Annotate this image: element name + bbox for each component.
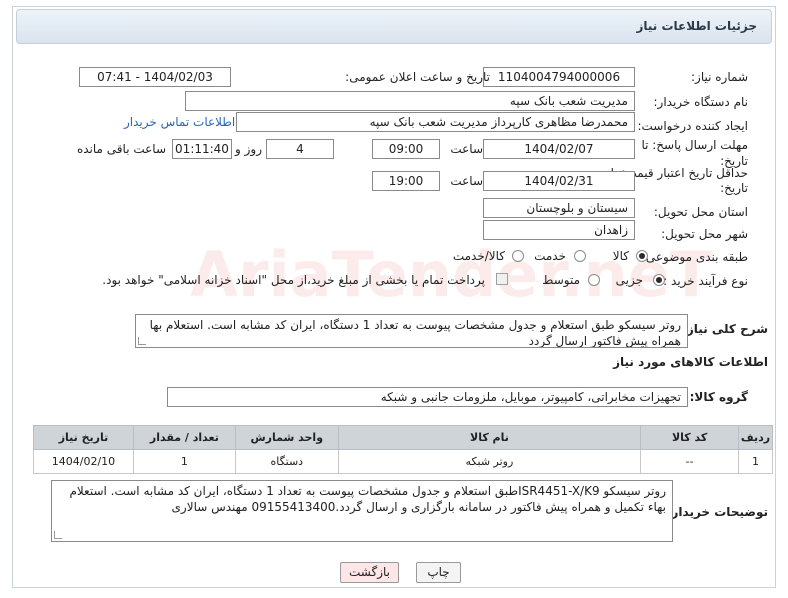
reply-hour-label: ساعت	[450, 142, 483, 156]
cell-row-no: 1	[738, 449, 773, 474]
cell-need-date: 1404/02/10	[33, 449, 134, 474]
remaining-label: ساعت باقی مانده	[76, 142, 166, 156]
buyer-org-field: مدیریت شعب بانک سپه	[185, 91, 635, 111]
buyer-notes-text: روتر سیسکو ISR4451-X/K9طبق استعلام و جدو…	[69, 484, 666, 514]
price-hour-label: ساعت	[450, 174, 483, 188]
reply-date-field: 1404/02/07	[483, 139, 635, 159]
city-field: زاهدان	[483, 220, 635, 240]
resize-grip-icon[interactable]	[138, 337, 146, 345]
process-label: نوع فرآیند خرید :	[663, 274, 748, 288]
buyer-notes-label: توضیحات خریدار:	[666, 505, 768, 519]
days-field: 4	[266, 139, 334, 159]
requester-field: محمدرضا مظاهری کارپرداز مدیریت شعب بانک …	[236, 112, 635, 132]
reply-deadline-label: مهلت ارسال پاسخ: تا تاریخ:	[641, 138, 748, 168]
goods-group-field: تجهیزات مخابراتی، کامپیوتر، موبایل، ملزو…	[167, 387, 688, 407]
need-number-label: شماره نیاز:	[691, 70, 748, 84]
reply-time-field: 09:00	[372, 139, 440, 159]
cell-quantity: 1	[132, 449, 236, 474]
goods-table: ردیف کد کالا نام کالا واحد شمارش تعداد /…	[33, 425, 773, 474]
treasury-payment-checkbox[interactable]	[496, 273, 508, 285]
general-desc-text: روتر سیسکو طبق استعلام و جدول مشخصات پیو…	[149, 318, 681, 348]
process-minor-label: جزیی	[615, 273, 643, 287]
price-date-field: 1404/02/31	[483, 171, 635, 191]
category-service-label: خدمت	[534, 249, 566, 263]
category-goods-service-radio[interactable]	[512, 250, 524, 262]
col-header-quantity: تعداد / مقدار	[132, 425, 236, 450]
buyer-notes-field: روتر سیسکو ISR4451-X/K9طبق استعلام و جدو…	[51, 480, 673, 542]
page-title: جزئیات اطلاعات نیاز	[636, 19, 757, 33]
remaining-time-field: 01:11:40	[172, 139, 232, 159]
col-header-row-no: ردیف	[738, 425, 773, 450]
province-label: استان محل تحویل:	[653, 205, 748, 219]
cell-name: روتر شبکه	[337, 449, 642, 474]
back-button[interactable]: بازگشت	[340, 562, 399, 583]
province-field: سیستان و بلوچستان	[483, 198, 635, 218]
requester-label: ایجاد کننده درخواست:	[637, 119, 748, 133]
payment-note: پرداخت تمام یا بخشی از مبلغ خرید،از محل …	[102, 273, 485, 287]
category-service-radio[interactable]	[574, 250, 586, 262]
days-label: روز و	[235, 142, 262, 156]
cell-unit: دستگاه	[234, 449, 339, 474]
category-goods-label: کالا	[612, 249, 629, 263]
process-minor-radio[interactable]	[653, 274, 665, 286]
category-label: طبقه بندی موضوعی:	[641, 250, 748, 264]
col-header-need-date: تاریخ نیاز	[33, 425, 134, 450]
category-goods-service-label: کالا/خدمت	[452, 249, 505, 263]
table-row: 1 -- روتر شبکه دستگاه 1 1404/02/10	[33, 449, 773, 474]
cell-code: --	[640, 449, 740, 474]
goods-section-title: اطلاعات کالاهای مورد نیاز	[613, 355, 768, 369]
price-time-field: 19:00	[372, 171, 440, 191]
goods-group-label: گروه کالا:	[689, 390, 748, 404]
process-medium-radio[interactable]	[588, 274, 600, 286]
process-medium-label: متوسط	[542, 273, 580, 287]
category-goods-radio[interactable]	[636, 250, 648, 262]
resize-grip-icon[interactable]	[54, 531, 62, 539]
page-header: جزئیات اطلاعات نیاز	[16, 9, 772, 44]
city-label: شهر محل تحویل:	[661, 227, 748, 241]
announce-label: تاریخ و ساعت اعلان عمومی:	[345, 70, 490, 84]
general-desc-field: روتر سیسکو طبق استعلام و جدول مشخصات پیو…	[135, 314, 688, 348]
print-button[interactable]: چاپ	[416, 562, 461, 583]
announce-datetime-field: 1404/02/03 - 07:41	[79, 67, 231, 87]
col-header-code: کد کالا	[640, 425, 740, 450]
col-header-unit: واحد شمارش	[234, 425, 339, 450]
col-header-name: نام کالا	[337, 425, 642, 450]
buyer-contact-link[interactable]: اطلاعات تماس خریدار	[124, 115, 235, 129]
need-number-field: 1104004794000006	[483, 67, 635, 87]
table-header-row: ردیف کد کالا نام کالا واحد شمارش تعداد /…	[33, 425, 773, 450]
buyer-org-label: نام دستگاه خریدار:	[653, 95, 749, 109]
general-desc-label: شرح کلی نیاز:	[682, 322, 768, 336]
